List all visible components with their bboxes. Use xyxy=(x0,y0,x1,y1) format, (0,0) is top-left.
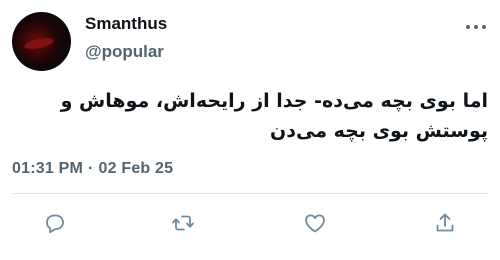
like-button[interactable] xyxy=(298,206,332,240)
tweet-time: 01:31 PM xyxy=(12,160,83,177)
more-dot xyxy=(474,25,478,29)
tweet-date: 02 Feb 25 xyxy=(98,160,174,177)
more-dot xyxy=(466,25,470,29)
avatar[interactable] xyxy=(12,12,71,71)
retweet-button[interactable] xyxy=(166,206,200,240)
more-options-icon[interactable] xyxy=(466,24,486,30)
reply-button[interactable] xyxy=(38,206,72,240)
timestamp-separator: · xyxy=(87,160,94,177)
tweet-text: اما بوی بچه می‌ده- جدا از رایحه‌اش، موها… xyxy=(60,90,488,142)
tweet-timestamp[interactable]: 01:31 PM · 02 Feb 25 xyxy=(12,160,173,178)
tweet-card: Smanthus @popular اما بوی بچه می‌ده- جدا… xyxy=(0,0,500,260)
retweet-icon xyxy=(172,215,194,231)
more-dot xyxy=(482,25,486,29)
share-icon xyxy=(436,213,454,232)
reply-bubble-icon xyxy=(46,214,64,234)
divider xyxy=(12,193,488,194)
author-username[interactable]: @popular xyxy=(85,42,164,62)
avatar-image-detail xyxy=(23,35,55,52)
author-display-name[interactable]: Smanthus xyxy=(85,14,167,34)
heart-icon xyxy=(305,214,325,233)
share-button[interactable] xyxy=(428,206,462,240)
tweet-actions-bar xyxy=(0,206,500,240)
